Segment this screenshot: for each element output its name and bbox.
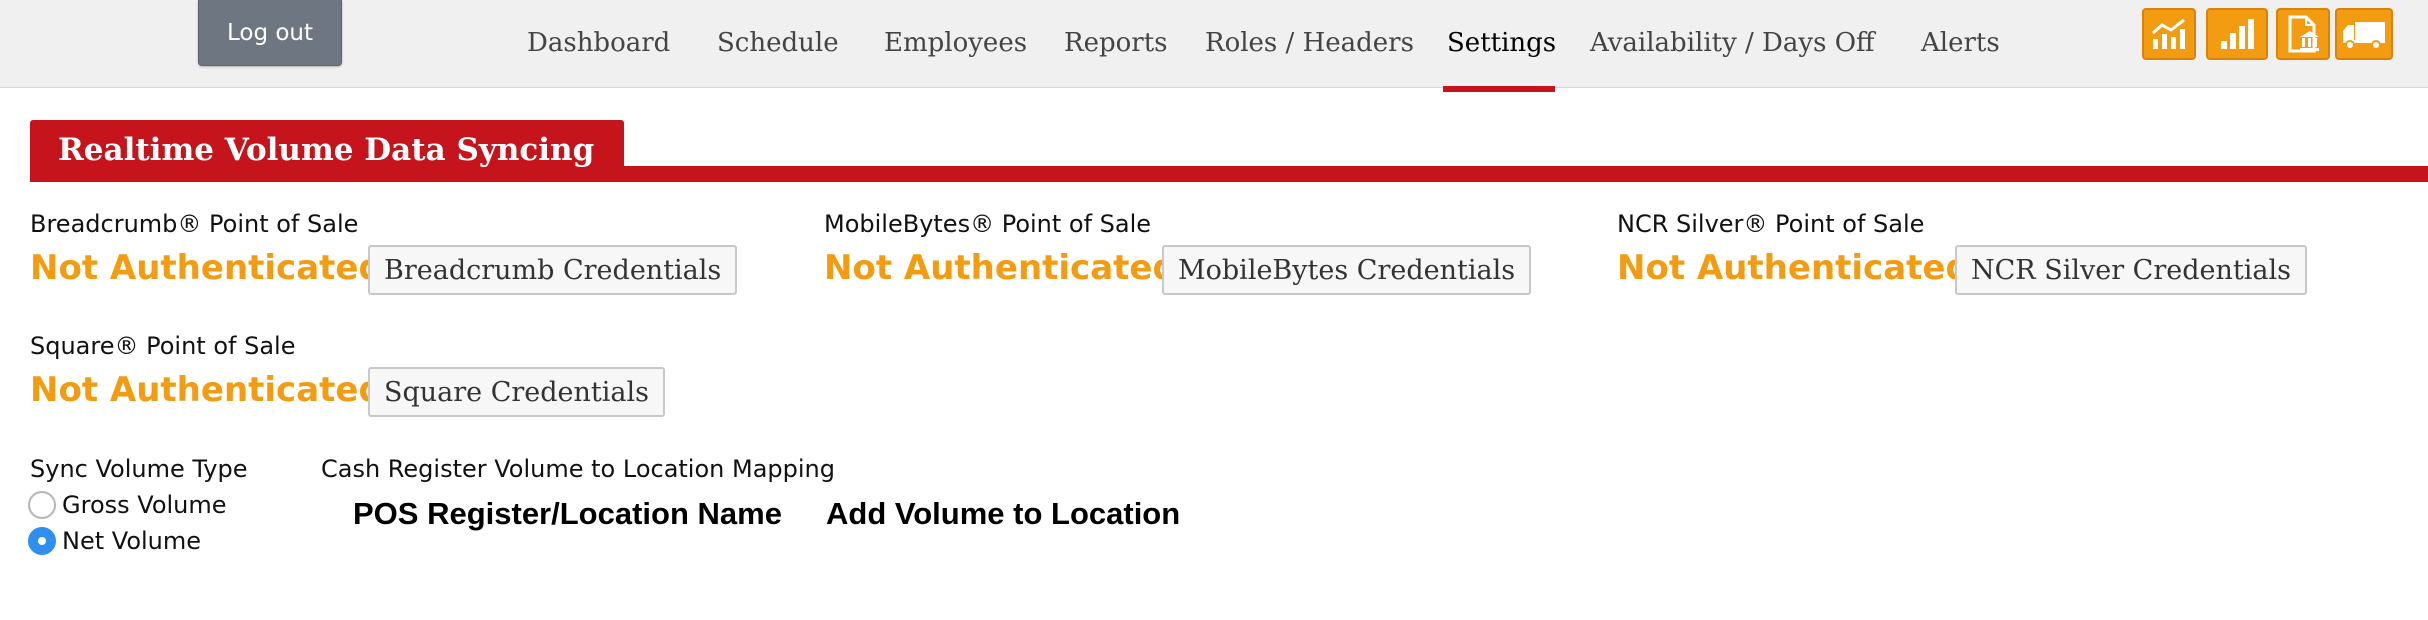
column-header-add-volume: Add Volume to Location — [826, 496, 1181, 531]
column-header-register-location: POS Register/Location Name — [353, 496, 782, 531]
nav-reports[interactable]: Reports — [1064, 28, 1167, 64]
ncr-silver-credentials-button[interactable]: NCR Silver Credentials — [1955, 245, 2307, 295]
nav-schedule[interactable]: Schedule — [717, 28, 839, 64]
nav-alerts[interactable]: Alerts — [1921, 28, 2000, 64]
square-pos-label: Square® Point of Sale — [30, 332, 296, 360]
square-credentials-button[interactable]: Square Credentials — [368, 367, 666, 417]
mobilebytes-pos-label: MobileBytes® Point of Sale — [824, 210, 1152, 238]
logout-button[interactable]: Log out — [198, 0, 342, 66]
breadcrumb-credentials-button[interactable]: Breadcrumb Credentials — [368, 245, 738, 295]
top-navigation-bar: Log out Dashboard Schedule Employees Rep… — [0, 0, 2428, 92]
sync-volume-type-label: Sync Volume Type — [30, 455, 248, 483]
nav-settings[interactable]: Settings — [1447, 28, 1556, 64]
ncr-silver-auth-status: Not Authenticated — [1617, 248, 1970, 288]
mobilebytes-auth-status: Not Authenticated — [824, 248, 1177, 288]
line-chart-icon[interactable] — [2142, 8, 2196, 60]
breadcrumb-pos-label: Breadcrumb® Point of Sale — [30, 210, 359, 238]
section-title: Realtime Volume Data Syncing — [58, 132, 595, 168]
breadcrumb-auth-status: Not Authenticated — [30, 248, 383, 288]
nav-employees[interactable]: Employees — [884, 28, 1027, 64]
cash-register-mapping-label: Cash Register Volume to Location Mapping — [321, 455, 835, 483]
gross-volume-radio[interactable] — [28, 491, 56, 519]
square-auth-status: Not Authenticated — [30, 370, 383, 410]
mobilebytes-credentials-button[interactable]: MobileBytes Credentials — [1162, 245, 1532, 295]
ncr-silver-pos-label: NCR Silver® Point of Sale — [1617, 210, 1925, 238]
bar-chart-icon[interactable] — [2206, 8, 2268, 60]
nav-availability-days-off[interactable]: Availability / Days Off — [1590, 28, 1875, 64]
net-volume-radio[interactable] — [28, 527, 56, 555]
nav-dashboard[interactable]: Dashboard — [527, 28, 670, 64]
document-bank-icon[interactable] — [2276, 8, 2330, 60]
net-volume-label: Net Volume — [62, 527, 202, 555]
gross-volume-option[interactable]: Gross Volume — [28, 490, 227, 520]
net-volume-option[interactable]: Net Volume — [28, 526, 201, 556]
truck-icon[interactable] — [2335, 8, 2393, 60]
gross-volume-label: Gross Volume — [62, 491, 227, 519]
active-tab-indicator — [1443, 86, 1555, 92]
nav-roles-headers[interactable]: Roles / Headers — [1205, 28, 1414, 64]
